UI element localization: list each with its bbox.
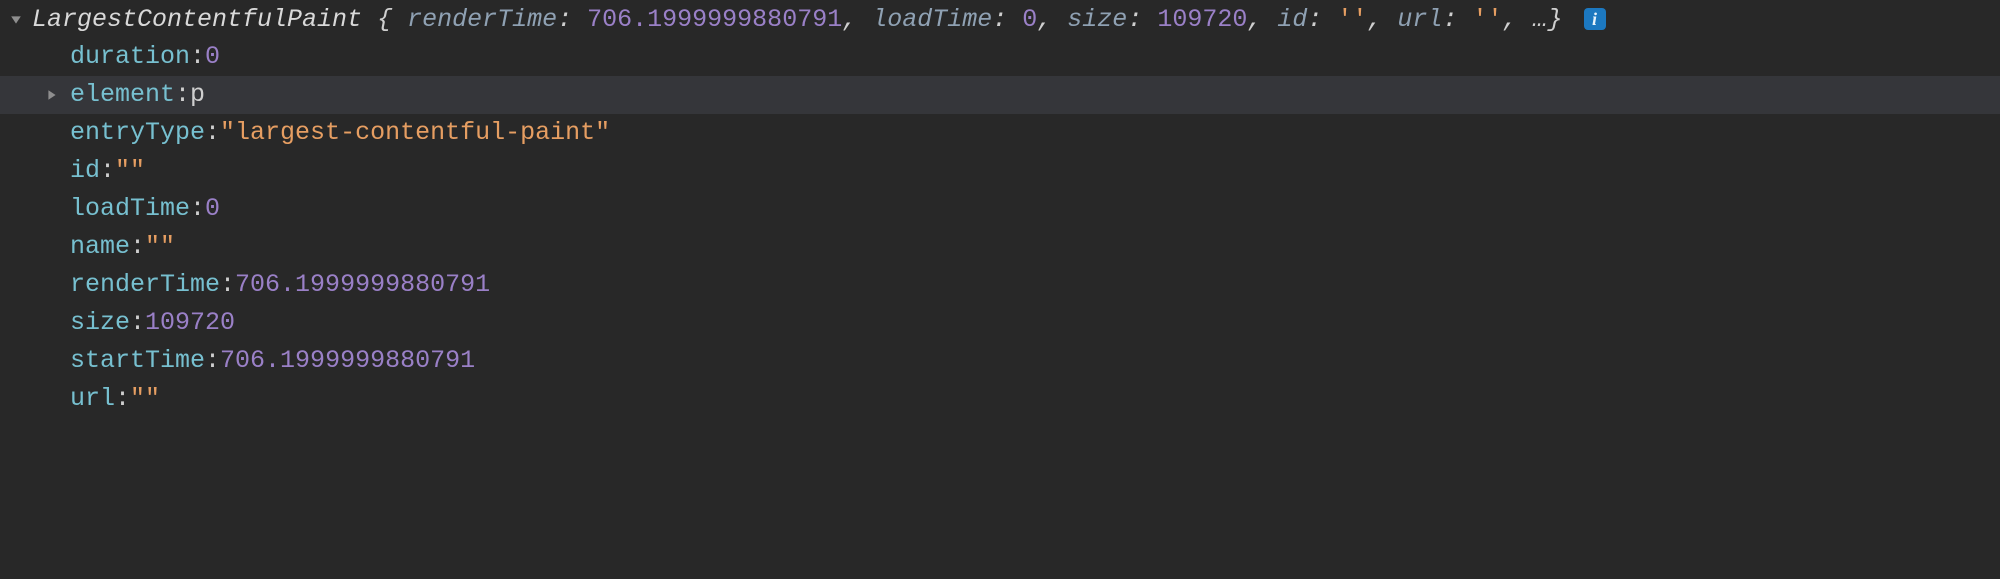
object-properties: duration: 0 [0,38,2000,76]
prop-loadTime[interactable]: loadTime: 0 [70,190,2000,228]
class-name: LargestContentfulPaint [32,5,362,34]
prop-size[interactable]: size: 109720 [70,304,2000,342]
prop-element[interactable]: element: p [0,76,2000,114]
prop-startTime[interactable]: startTime: 706.1999999880791 [70,342,2000,380]
object-summary: LargestContentfulPaint { renderTime: 706… [26,2,1606,38]
prop-renderTime[interactable]: renderTime: 706.1999999880791 [70,266,2000,304]
prop-entryType[interactable]: entryType: "largest-contentful-paint" [70,114,2000,152]
prop-duration[interactable]: duration: 0 [70,38,2000,76]
console-object: LargestContentfulPaint { renderTime: 706… [0,0,2000,428]
element-reference[interactable]: p [190,76,205,114]
info-icon[interactable]: i [1584,8,1606,30]
caret-right-icon[interactable] [46,89,70,101]
caret-down-icon[interactable] [6,2,26,38]
prop-id[interactable]: id: "" [70,152,2000,190]
object-summary-row[interactable]: LargestContentfulPaint { renderTime: 706… [0,2,2000,38]
prop-url[interactable]: url: "" [70,380,2000,418]
object-properties-cont: entryType: "largest-contentful-paint" id… [0,114,2000,418]
prop-name[interactable]: name: "" [70,228,2000,266]
